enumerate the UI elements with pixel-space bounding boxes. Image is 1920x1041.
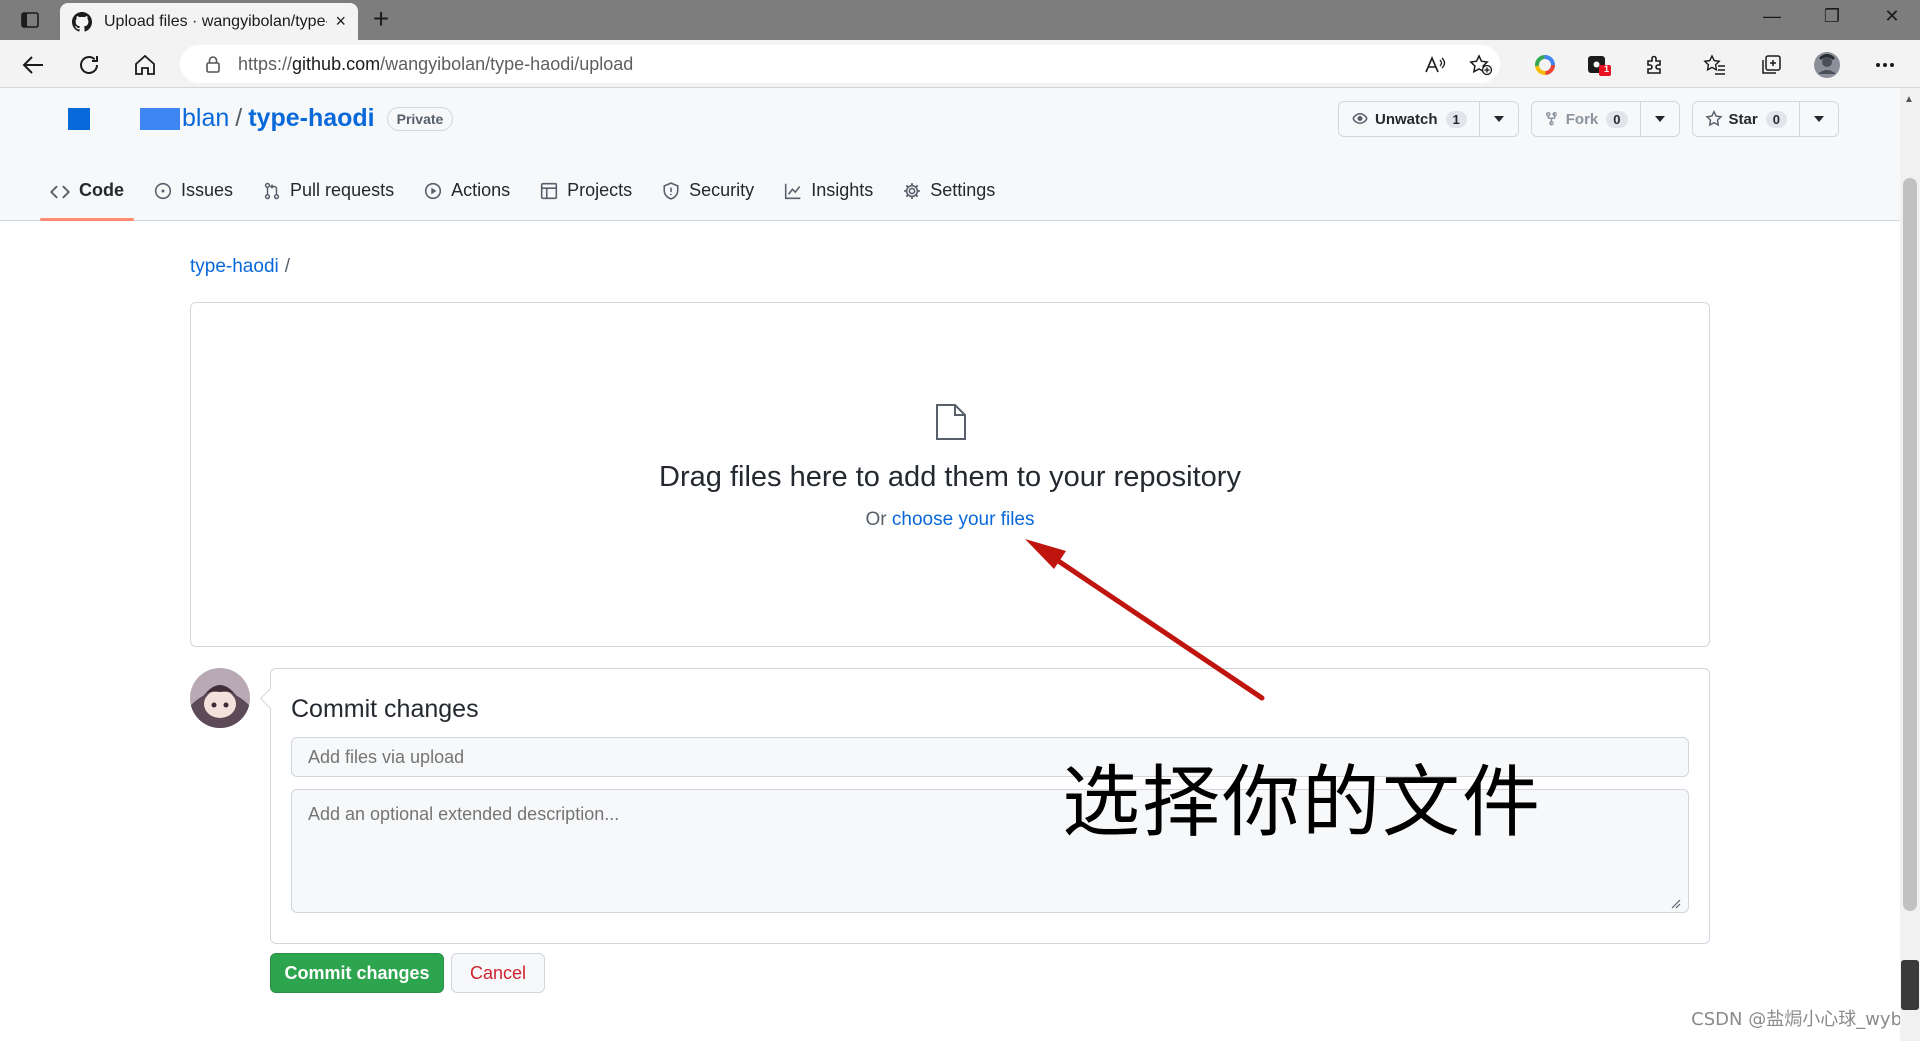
visibility-badge: Private	[386, 106, 454, 131]
fork-dropdown-caret-icon[interactable]	[1641, 102, 1679, 136]
repo-name-link[interactable]: type-haodi	[248, 104, 374, 133]
window-restore-button[interactable]: ❐	[1812, 6, 1852, 27]
browser-toolbar: https://github.com/wangyibolan/type-haod…	[0, 40, 1920, 88]
repo-title-separator: /	[235, 104, 243, 132]
tab-settings[interactable]: Settings	[893, 174, 1005, 220]
repo-header: blan / type-haodi Private Unwatch 1 Fork…	[0, 88, 1900, 221]
star-dropdown-caret-icon[interactable]	[1800, 102, 1838, 136]
graph-icon	[785, 183, 801, 200]
breadcrumb-slash: /	[284, 256, 291, 277]
tab-actions-label: Actions	[451, 180, 511, 200]
watermark: CSDN @盐焗小心球_wyb	[1691, 1009, 1902, 1030]
window-close-button[interactable]: ✕	[1872, 6, 1912, 27]
tab-actions-icon[interactable]	[14, 8, 46, 32]
star-label: Star	[1728, 110, 1758, 128]
address-bar[interactable]: https://github.com/wangyibolan/type-haod…	[180, 45, 1500, 83]
star-counter: 0	[1765, 110, 1787, 128]
badge-extension-icon[interactable]: 1	[1584, 50, 1614, 80]
new-tab-button[interactable]: +	[366, 5, 396, 34]
back-arrow-icon[interactable]	[18, 50, 48, 80]
commit-changes-button[interactable]: Commit changes	[270, 953, 444, 993]
fork-button[interactable]: Fork 0	[1532, 102, 1641, 136]
play-icon	[424, 182, 442, 200]
tab-pull-requests-label: Pull requests	[290, 180, 395, 200]
browser-tab-bar: Upload files · wangyibolan/type- × + — ❐…	[0, 0, 1920, 40]
extensions-puzzle-icon[interactable]	[1640, 50, 1670, 80]
owner-redaction	[140, 107, 180, 130]
scrollbar-thumb[interactable]	[1903, 178, 1917, 911]
repo-icon	[68, 107, 90, 130]
eye-icon	[1352, 113, 1368, 124]
unwatch-label: Unwatch	[1375, 110, 1438, 128]
home-icon[interactable]	[130, 50, 160, 80]
fork-label: Fork	[1565, 110, 1599, 128]
tab-insights-label: Insights	[811, 180, 874, 200]
file-dropzone[interactable]: Drag files here to add them to your repo…	[190, 302, 1710, 647]
scroll-up-arrow-icon[interactable]: ▲	[1904, 94, 1914, 105]
pull-request-icon	[264, 182, 280, 200]
watch-counter: 1	[1445, 110, 1467, 128]
address-url: https://github.com/wangyibolan/type-haod…	[238, 53, 634, 74]
more-menu-icon[interactable]	[1870, 50, 1900, 80]
refresh-icon[interactable]	[74, 50, 104, 80]
cancel-button[interactable]: Cancel	[451, 953, 545, 993]
choose-files-link[interactable]: choose your files	[892, 509, 1035, 530]
repo-nav: Code Issues Pull requests Actions Projec…	[40, 174, 1015, 221]
scrollbar-bottom-block	[1901, 960, 1919, 1010]
fork-counter: 0	[1606, 110, 1628, 128]
dropzone-title: Drag files here to add them to your repo…	[659, 461, 1241, 493]
commit-title: Commit changes	[291, 695, 479, 723]
dropzone-or-text: Or	[865, 509, 892, 530]
fork-button-group: Fork 0	[1530, 101, 1680, 137]
lock-icon	[206, 56, 220, 73]
fork-icon	[1545, 111, 1557, 126]
browser-tab-active[interactable]: Upload files · wangyibolan/type- ×	[60, 3, 358, 40]
tab-pull-requests[interactable]: Pull requests	[253, 174, 404, 220]
annotation-label: 选择你的文件	[1062, 758, 1543, 848]
tab-issues[interactable]: Issues	[144, 174, 243, 220]
watch-dropdown-caret-icon[interactable]	[1480, 102, 1518, 136]
gear-icon	[904, 183, 921, 199]
repo-title: blan / type-haodi Private	[68, 104, 454, 133]
profile-avatar-icon[interactable]	[1812, 50, 1842, 80]
unwatch-button[interactable]: Unwatch 1	[1339, 102, 1480, 136]
tab-title: Upload files · wangyibolan/type-	[104, 12, 328, 30]
tab-security-label: Security	[689, 180, 755, 200]
star-button-group: Star 0	[1691, 101, 1839, 137]
breadcrumb: type-haodi /	[190, 256, 290, 278]
star-icon	[1704, 110, 1723, 127]
file-icon	[936, 404, 966, 440]
github-favicon-icon	[72, 11, 92, 32]
tab-projects[interactable]: Projects	[530, 174, 642, 220]
read-aloud-icon[interactable]	[1420, 50, 1450, 80]
tab-code[interactable]: Code	[40, 174, 134, 221]
code-icon	[50, 185, 70, 199]
extension-badge-count: 1	[1604, 64, 1610, 74]
collections-icon[interactable]	[1756, 50, 1786, 80]
color-extension-icon[interactable]	[1530, 50, 1560, 80]
shield-icon	[663, 182, 679, 200]
user-avatar[interactable]	[190, 668, 250, 728]
dropzone-subtitle: Or choose your files	[191, 509, 1709, 531]
tab-close-icon[interactable]: ×	[335, 11, 346, 32]
tab-code-label: Code	[79, 180, 124, 200]
tab-security[interactable]: Security	[652, 174, 764, 220]
breadcrumb-repo-link[interactable]: type-haodi	[190, 256, 279, 277]
star-button[interactable]: Star 0	[1693, 102, 1800, 136]
issue-icon	[154, 182, 172, 200]
resize-handle-icon[interactable]	[1671, 899, 1681, 909]
tab-issues-label: Issues	[181, 180, 234, 200]
tab-actions[interactable]: Actions	[414, 174, 520, 220]
add-favorite-icon[interactable]	[1466, 50, 1496, 80]
table-icon	[541, 182, 558, 200]
tab-insights[interactable]: Insights	[774, 174, 883, 220]
window-minimize-button[interactable]: —	[1752, 6, 1792, 27]
favorites-icon[interactable]	[1700, 50, 1730, 80]
repo-actions: Unwatch 1 Fork 0 Star 0	[1326, 101, 1839, 137]
tab-projects-label: Projects	[567, 180, 633, 200]
repo-owner-link[interactable]: blan	[182, 104, 229, 133]
watch-button-group: Unwatch 1	[1338, 101, 1519, 137]
tab-settings-label: Settings	[930, 180, 996, 200]
